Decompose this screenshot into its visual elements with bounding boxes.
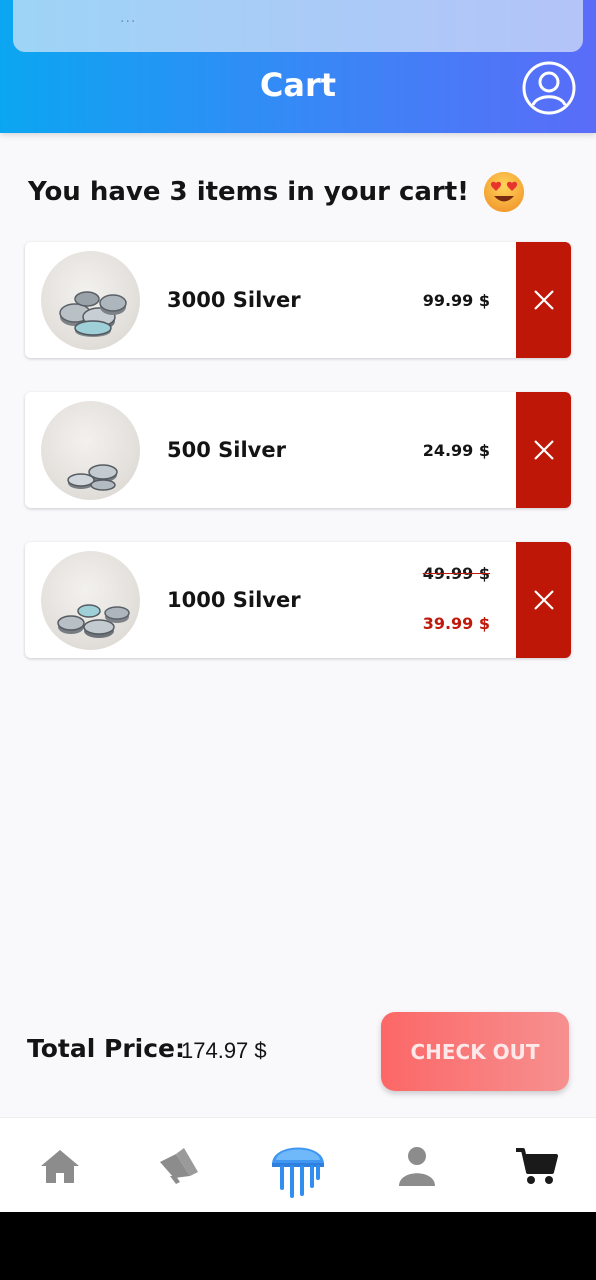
total-price-value: 174.97 $: [181, 1038, 267, 1063]
jellyfish-logo-icon: [272, 1147, 324, 1198]
silver-coins-image: [41, 401, 140, 500]
megaphone-icon: [160, 1147, 198, 1184]
cart-item: 500 Silver 24.99 $: [25, 392, 571, 508]
item-name: 500 Silver: [167, 438, 286, 462]
person-icon: [399, 1146, 435, 1186]
status-dots: ···: [120, 14, 137, 30]
cart-icon: [516, 1147, 558, 1184]
page-title: Cart: [259, 66, 337, 104]
item-price: 24.99 $: [422, 440, 490, 460]
silver-coins-image: [41, 251, 140, 350]
checkout-button[interactable]: CHECK OUT: [381, 1012, 569, 1091]
silver-coins-image: [41, 551, 140, 650]
cart-heading: You have 3 items in your cart!: [28, 177, 470, 207]
item-name: 1000 Silver: [167, 588, 301, 612]
nav-home-logo[interactable]: [258, 1118, 338, 1213]
remove-item-button[interactable]: [516, 242, 571, 358]
nav-announcements[interactable]: [138, 1118, 218, 1213]
system-navigation-bar: [0, 1212, 596, 1280]
item-price: 99.99 $: [422, 290, 490, 310]
remove-item-button[interactable]: [516, 392, 571, 508]
nav-home[interactable]: [20, 1118, 100, 1213]
home-icon: [41, 1149, 79, 1183]
app-header: ··· Cart: [0, 0, 596, 133]
cart-item-list: 3000 Silver 99.99 $ 500 Silver 24.99 $ 1…: [25, 242, 571, 692]
nav-profile[interactable]: [377, 1118, 457, 1213]
bottom-nav: [0, 1117, 596, 1212]
close-icon: [533, 290, 554, 310]
sale-price: 39.99 $: [422, 614, 490, 633]
profile-button[interactable]: [521, 60, 577, 116]
total-price-label: Total Price:: [27, 1034, 185, 1063]
heart-eyes-emoji-icon: [483, 171, 525, 213]
close-icon: [533, 590, 554, 610]
status-bar: ···: [13, 0, 583, 52]
cart-item: 3000 Silver 99.99 $: [25, 242, 571, 358]
remove-item-button[interactable]: [516, 542, 571, 658]
close-icon: [533, 440, 554, 460]
cart-item: 1000 Silver 49.99 $ 39.99 $: [25, 542, 571, 658]
nav-cart[interactable]: [496, 1118, 576, 1213]
item-name: 3000 Silver: [167, 288, 301, 312]
cart-summary: You have 3 items in your cart!: [28, 172, 525, 212]
user-circle-icon: [522, 61, 576, 115]
original-price: 49.99 $: [422, 564, 490, 583]
